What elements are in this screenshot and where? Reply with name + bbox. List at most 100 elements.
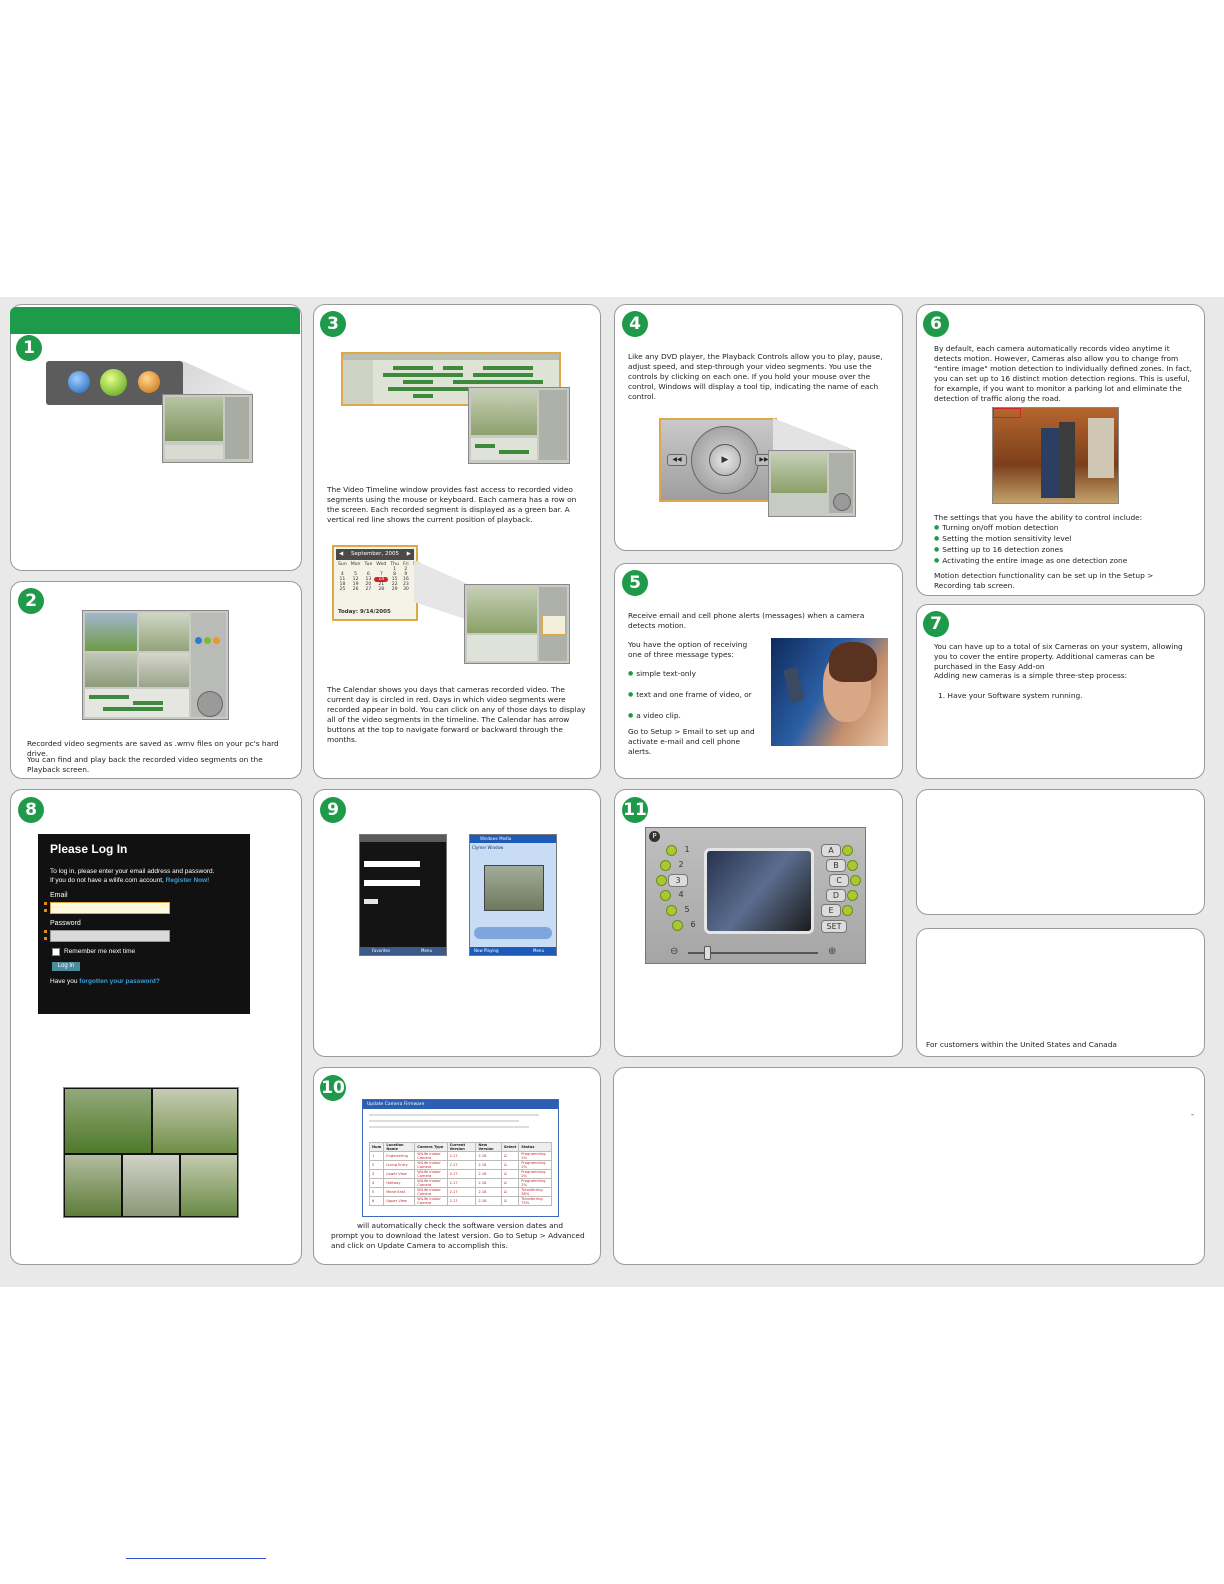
phone-clip-title: Clymer Window xyxy=(472,845,504,850)
panel-7-text: You can have up to a total of six Camera… xyxy=(934,642,1183,671)
contact-text: For customers within the United States a… xyxy=(926,1040,1117,1049)
remember-checkbox[interactable] xyxy=(52,948,60,956)
panel-6-footer: Motion detection functionality can be se… xyxy=(934,571,1154,590)
timeline-description: The Video Timeline window provides fast … xyxy=(327,485,577,524)
step-4-badge: 4 xyxy=(622,311,648,337)
camera-key-1[interactable]: 1 xyxy=(678,844,696,855)
phone-menu-softkey[interactable]: Menu xyxy=(421,947,432,955)
phone-email-input[interactable] xyxy=(364,861,420,867)
table-row[interactable]: 6 Upper View WiLife Indoor Camera 2.17 2.18 ☑… xyxy=(368,1196,552,1206)
firmware-table-container: Num Location Name Camera Type Current Vers… xyxy=(368,1142,552,1206)
panel-10-text: will automatically check the software ve… xyxy=(331,1221,585,1250)
message-types-list: simple text-only text and one frame of v… xyxy=(628,669,758,722)
camera-key-2[interactable]: 2 xyxy=(672,859,690,870)
web-view-cameras-screenshot xyxy=(63,1087,239,1218)
preset-key-c[interactable]: C xyxy=(829,874,849,887)
table-row[interactable]: 5 Mane East WiLife Indoor Camera 2.17 2.18 ☑ T… xyxy=(368,1187,552,1197)
phone-password-input[interactable] xyxy=(364,880,420,886)
email-input[interactable] xyxy=(50,902,170,914)
calendar-today-label[interactable]: Today: 9/14/2005 xyxy=(338,609,391,615)
password-label: Password xyxy=(50,920,81,927)
login-description-2: If you do not have a wilife.com account,… xyxy=(50,877,210,884)
table-row[interactable]: 1 Engineering WiLife Indoor Camera 2.17 2.18… xyxy=(368,1151,552,1161)
calendar-next-arrow[interactable]: ▶ xyxy=(407,549,411,560)
setup-button-icon xyxy=(68,371,90,393)
zoom-out-icon[interactable]: ⊖ xyxy=(670,946,678,957)
bottom-wide-panel xyxy=(613,1067,1205,1265)
panel-1-header-bar xyxy=(10,307,300,334)
playback-controls-image: ▶ ◀◀ ▶▶ xyxy=(659,418,777,502)
panel-5-footer: Go to Setup > Email to set up and activa… xyxy=(628,727,755,756)
login-description-1: To log in, please enter your email addre… xyxy=(50,868,215,875)
p-logo-icon: P xyxy=(649,831,660,842)
table-row[interactable]: 2 Living Entry WiLife Indoor Camera 2.17 2.1… xyxy=(368,1160,552,1170)
preset-key-d[interactable]: D xyxy=(826,889,846,902)
calendar-description: The Calendar shows you days that cameras… xyxy=(327,685,586,744)
table-row[interactable]: 4 Hallway WiLife Indoor Camera 2.17 2.18 ☑ Pro… xyxy=(368,1178,552,1188)
camera-key-5[interactable]: 5 xyxy=(678,904,696,915)
step-3-badge: 3 xyxy=(320,311,346,337)
footer-link-underline[interactable] xyxy=(126,1558,266,1559)
forgot-password-link[interactable]: forgotten your password? xyxy=(79,978,160,985)
motion-setting-item: Setting the motion sensitivity level xyxy=(934,534,1192,545)
preset-key-a[interactable]: A xyxy=(821,844,841,857)
phone-favorites-softkey[interactable]: Favorites xyxy=(372,948,390,953)
play-button-icon[interactable]: ▶ xyxy=(709,444,741,476)
step-7-badge: 7 xyxy=(923,611,949,637)
firmware-window-title: Update Camera Firmware xyxy=(363,1100,558,1109)
panel-9 xyxy=(313,789,601,1057)
step-11-badge: 11 xyxy=(622,797,648,823)
step-5-badge: 5 xyxy=(622,570,648,596)
update-firmware-window: Update Camera Firmware Num Location Name C… xyxy=(362,1099,559,1217)
calendar-grid: SunMonTueWedThuFriSat 123 45678910 11121… xyxy=(338,562,420,592)
live-button-icon xyxy=(138,371,160,393)
phone-title-bar: Windows Media xyxy=(470,835,556,843)
message-type-item: text and one frame of video, or xyxy=(628,690,758,701)
calendar-prev-arrow[interactable]: ◀ xyxy=(339,549,343,560)
rewind-button-icon[interactable]: ◀◀ xyxy=(667,454,687,466)
motion-settings-list: Turning on/off motion detection Setting … xyxy=(934,523,1192,567)
smartphone-login-screenshot: Favorites Menu xyxy=(359,834,447,956)
step-2-badge: 2 xyxy=(18,588,44,614)
set-button[interactable]: SET xyxy=(821,920,847,933)
panel-6-intro: By default, each camera automatically re… xyxy=(934,344,1193,403)
camera-key-3[interactable]: 3 xyxy=(668,874,688,887)
calendar-app-thumbnail xyxy=(464,584,570,664)
password-input[interactable] xyxy=(50,930,170,942)
calendar-month: September, 2005 xyxy=(351,551,399,557)
required-marker xyxy=(44,930,50,940)
panel-6-settings-intro: The settings that you have the ability t… xyxy=(934,513,1143,522)
preset-key-b[interactable]: B xyxy=(826,859,846,872)
firmware-table: Num Location Name Camera Type Current Vers… xyxy=(368,1142,552,1206)
motion-setting-item: Turning on/off motion detection xyxy=(934,523,1192,534)
step-6-badge: 6 xyxy=(923,311,949,337)
phone-now-playing-softkey[interactable]: Now Playing xyxy=(474,948,499,953)
email-label: Email xyxy=(50,892,68,899)
timeline-app-thumbnail xyxy=(468,387,570,464)
motion-setting-item: Setting up to 16 detection zones xyxy=(934,545,1192,556)
bottom-panel-mark: - xyxy=(1191,1110,1194,1119)
step-8-badge: 8 xyxy=(18,797,44,823)
woman-with-phone-photo xyxy=(771,638,888,746)
panel-2-text-2: You can find and play back the recorded … xyxy=(27,755,263,774)
login-button[interactable]: Log In xyxy=(52,962,80,971)
panel-7-step-1: 1. Have your Software system running. xyxy=(938,691,1083,700)
camera-key-6[interactable]: 6 xyxy=(684,919,702,930)
forgot-password-line: Have you forgotten your password? xyxy=(50,978,160,985)
panel-5-intro: Receive email and cell phone alerts (mes… xyxy=(628,611,865,630)
table-row[interactable]: 3 Lower View WiLife Indoor Camera 2.17 2.18 ☑… xyxy=(368,1169,552,1179)
motion-setting-item: Activating the entire image as one detec… xyxy=(934,556,1192,567)
register-now-link[interactable]: Register Now! xyxy=(166,877,210,884)
panel-7-text-2: Adding new cameras is a simple three-ste… xyxy=(934,671,1128,680)
panel-4-text: Like any DVD player, the Playback Contro… xyxy=(628,352,883,401)
camera-key-4[interactable]: 4 xyxy=(672,889,690,900)
remote-viewer-device: P 1 2 3 4 5 6 A B C D E SET ⊖ ⊕ xyxy=(645,827,866,964)
zoom-in-icon[interactable]: ⊕ xyxy=(828,946,836,957)
required-marker xyxy=(44,902,50,912)
step-9-badge: 9 xyxy=(320,797,346,823)
phone-menu-softkey[interactable]: Menu xyxy=(533,947,544,955)
zoom-slider-handle[interactable] xyxy=(704,946,711,960)
phone-login-button[interactable] xyxy=(364,899,378,904)
contact-panel xyxy=(916,928,1205,1057)
preset-key-e[interactable]: E xyxy=(821,904,841,917)
